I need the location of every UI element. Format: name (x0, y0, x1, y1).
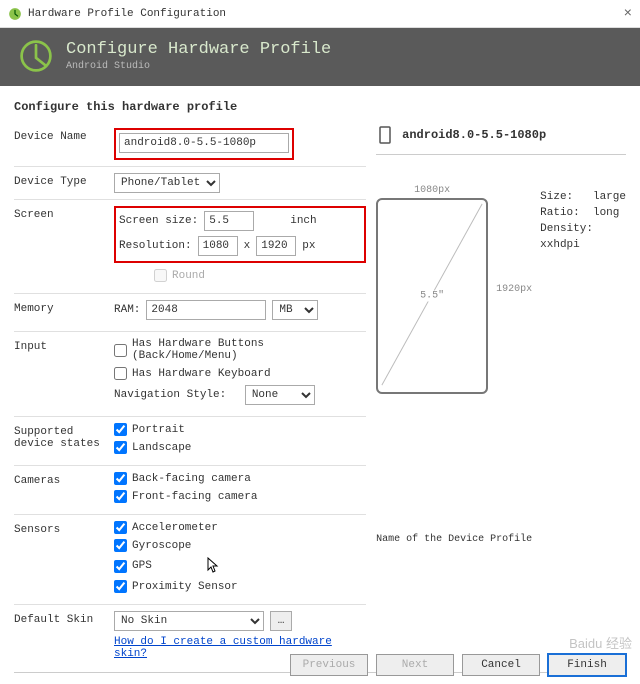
preview-panel: android8.0-5.5-1080p 1080px 5.5" 1920px … (376, 122, 626, 666)
skin-browse-button[interactable]: … (270, 611, 292, 631)
accelerometer-checkbox[interactable] (114, 521, 127, 534)
preview-device-name: android8.0-5.5-1080p (402, 128, 546, 142)
front-camera-checkbox[interactable] (114, 490, 127, 503)
label-hw-buttons: Has Hardware Buttons (Back/Home/Menu) (132, 338, 366, 362)
label-inch: inch (290, 215, 316, 227)
label-hw-keyboard: Has Hardware Keyboard (132, 368, 271, 380)
device-type-select[interactable]: Phone/Tablet (114, 173, 220, 193)
watermark: Baidu 经验 (569, 633, 632, 652)
hw-buttons-checkbox[interactable] (114, 344, 127, 357)
label-x: x (244, 240, 251, 252)
android-studio-logo-icon (18, 38, 54, 74)
preview-diagonal: 5.5" (418, 291, 446, 302)
portrait-checkbox[interactable] (114, 423, 127, 436)
proximity-checkbox[interactable] (114, 580, 127, 593)
next-button: Next (376, 654, 454, 676)
preview-height: 1920px (496, 284, 532, 295)
gps-checkbox[interactable] (114, 560, 127, 573)
label-input: Input (14, 338, 114, 353)
android-studio-icon (8, 7, 22, 21)
round-checkbox (154, 269, 167, 282)
label-screen: Screen (14, 206, 114, 221)
label-default-skin: Default Skin (14, 611, 114, 626)
preview-ratio-val: long (593, 207, 619, 219)
footer-buttons: Previous Next Cancel Finish (290, 654, 626, 676)
label-resolution: Resolution: (119, 240, 192, 252)
label-portrait: Portrait (132, 424, 185, 436)
label-size: Size: (540, 191, 573, 203)
preview-width: 1080px (376, 185, 488, 196)
label-accel: Accelerometer (132, 522, 218, 534)
label-ram: RAM: (114, 304, 140, 316)
label-density: Density: (540, 223, 593, 235)
preview-density-val: xxhdpi (540, 239, 580, 251)
label-device-name: Device Name (14, 128, 114, 143)
label-cameras: Cameras (14, 472, 114, 487)
gyroscope-checkbox[interactable] (114, 539, 127, 552)
label-landscape: Landscape (132, 442, 191, 454)
ram-unit-select[interactable]: MB (272, 300, 318, 320)
label-gyro: Gyroscope (132, 540, 191, 552)
cancel-button[interactable]: Cancel (462, 654, 540, 676)
label-px: px (302, 240, 315, 252)
label-device-type: Device Type (14, 173, 114, 188)
label-nav-style: Navigation Style: (114, 389, 226, 401)
label-sensors: Sensors (14, 521, 114, 536)
preview-footer-text: Name of the Device Profile (376, 534, 626, 545)
label-screen-size: Screen size: (119, 215, 198, 227)
header: Configure Hardware Profile Android Studi… (0, 28, 640, 86)
phone-icon (376, 126, 394, 144)
titlebar: Hardware Profile Configuration × (0, 0, 640, 28)
hw-keyboard-checkbox[interactable] (114, 367, 127, 380)
section-title: Configure this hardware profile (0, 86, 640, 122)
previous-button: Previous (290, 654, 368, 676)
window-title: Hardware Profile Configuration (28, 8, 226, 20)
device-name-input[interactable] (119, 133, 289, 153)
screen-size-input[interactable] (204, 211, 254, 231)
nav-style-select[interactable]: None (245, 385, 315, 405)
label-prox: Proximity Sensor (132, 581, 238, 593)
header-title: Configure Hardware Profile (66, 40, 331, 59)
form-panel: Device Name Device Type Phone/Tablet Scr… (14, 122, 366, 666)
label-memory: Memory (14, 300, 114, 315)
label-back-cam: Back-facing camera (132, 473, 251, 485)
back-camera-checkbox[interactable] (114, 472, 127, 485)
finish-button[interactable]: Finish (548, 654, 626, 676)
cursor-icon (207, 557, 221, 575)
header-subtitle: Android Studio (66, 61, 331, 72)
label-gps: GPS (132, 560, 152, 572)
resolution-width-input[interactable] (198, 236, 238, 256)
label-ratio: Ratio: (540, 207, 580, 219)
ram-input[interactable] (146, 300, 266, 320)
label-round: Round (172, 270, 205, 282)
skin-select[interactable]: No Skin (114, 611, 264, 631)
close-icon[interactable]: × (624, 6, 632, 22)
preview-size-val: large (593, 191, 626, 203)
label-front-cam: Front-facing camera (132, 491, 257, 503)
resolution-height-input[interactable] (256, 236, 296, 256)
landscape-checkbox[interactable] (114, 441, 127, 454)
label-supported-states: Supported device states (14, 423, 114, 450)
device-outline: 5.5" (376, 198, 488, 394)
